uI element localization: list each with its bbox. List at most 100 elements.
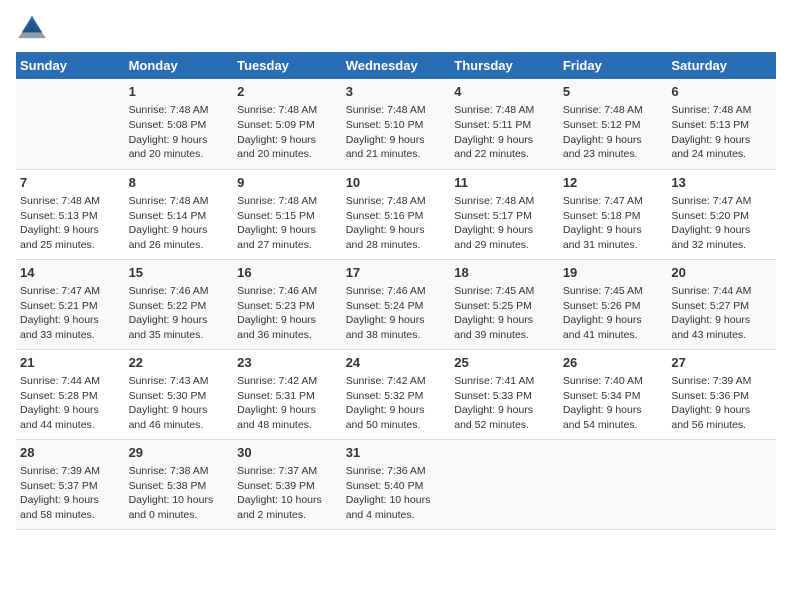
day-info: Sunset: 5:08 PM bbox=[129, 118, 230, 133]
day-info: Sunrise: 7:48 AM bbox=[671, 103, 772, 118]
day-info: Sunrise: 7:37 AM bbox=[237, 464, 338, 479]
day-number: 6 bbox=[671, 83, 772, 101]
day-info: Daylight: 9 hours bbox=[671, 403, 772, 418]
day-number: 25 bbox=[454, 354, 555, 372]
day-info: and 22 minutes. bbox=[454, 147, 555, 162]
day-info: Sunset: 5:37 PM bbox=[20, 479, 121, 494]
day-info: Sunrise: 7:48 AM bbox=[454, 103, 555, 118]
day-info: Sunrise: 7:39 AM bbox=[20, 464, 121, 479]
day-info: Sunset: 5:32 PM bbox=[346, 389, 447, 404]
day-info: and 23 minutes. bbox=[563, 147, 664, 162]
day-info: Sunset: 5:33 PM bbox=[454, 389, 555, 404]
day-number: 7 bbox=[20, 174, 121, 192]
day-number: 8 bbox=[129, 174, 230, 192]
day-info: and 50 minutes. bbox=[346, 418, 447, 433]
day-number: 24 bbox=[346, 354, 447, 372]
day-number: 27 bbox=[671, 354, 772, 372]
day-info: and 44 minutes. bbox=[20, 418, 121, 433]
logo bbox=[16, 16, 46, 40]
day-info: Sunrise: 7:38 AM bbox=[129, 464, 230, 479]
header-day-monday: Monday bbox=[125, 52, 234, 79]
day-info: Sunset: 5:20 PM bbox=[671, 209, 772, 224]
day-number: 13 bbox=[671, 174, 772, 192]
day-number: 20 bbox=[671, 264, 772, 282]
day-info: Sunrise: 7:46 AM bbox=[129, 284, 230, 299]
week-row-5: 28Sunrise: 7:39 AMSunset: 5:37 PMDayligh… bbox=[16, 439, 776, 529]
day-info: and 36 minutes. bbox=[237, 328, 338, 343]
day-number: 21 bbox=[20, 354, 121, 372]
calendar-cell: 20Sunrise: 7:44 AMSunset: 5:27 PMDayligh… bbox=[667, 259, 776, 349]
day-info: Daylight: 9 hours bbox=[237, 403, 338, 418]
day-info: Daylight: 10 hours bbox=[129, 493, 230, 508]
day-number: 14 bbox=[20, 264, 121, 282]
day-info: Sunrise: 7:47 AM bbox=[20, 284, 121, 299]
calendar-cell: 26Sunrise: 7:40 AMSunset: 5:34 PMDayligh… bbox=[559, 349, 668, 439]
day-info: Daylight: 10 hours bbox=[237, 493, 338, 508]
day-info: Daylight: 9 hours bbox=[671, 223, 772, 238]
day-info: Sunrise: 7:40 AM bbox=[563, 374, 664, 389]
day-info: Sunrise: 7:48 AM bbox=[346, 103, 447, 118]
calendar-cell: 13Sunrise: 7:47 AMSunset: 5:20 PMDayligh… bbox=[667, 169, 776, 259]
day-info: Sunset: 5:16 PM bbox=[346, 209, 447, 224]
day-info: and 26 minutes. bbox=[129, 238, 230, 253]
day-info: Sunset: 5:09 PM bbox=[237, 118, 338, 133]
day-info: Sunset: 5:40 PM bbox=[346, 479, 447, 494]
calendar-cell: 25Sunrise: 7:41 AMSunset: 5:33 PMDayligh… bbox=[450, 349, 559, 439]
calendar-cell: 16Sunrise: 7:46 AMSunset: 5:23 PMDayligh… bbox=[233, 259, 342, 349]
day-info: Sunrise: 7:46 AM bbox=[346, 284, 447, 299]
day-info: Sunset: 5:39 PM bbox=[237, 479, 338, 494]
day-info: Daylight: 9 hours bbox=[454, 133, 555, 148]
header-day-friday: Friday bbox=[559, 52, 668, 79]
day-info: Sunrise: 7:47 AM bbox=[563, 194, 664, 209]
day-info: Daylight: 9 hours bbox=[346, 403, 447, 418]
day-info: Sunset: 5:31 PM bbox=[237, 389, 338, 404]
day-info: Sunrise: 7:44 AM bbox=[20, 374, 121, 389]
day-info: and 32 minutes. bbox=[671, 238, 772, 253]
header-day-tuesday: Tuesday bbox=[233, 52, 342, 79]
day-number: 23 bbox=[237, 354, 338, 372]
day-info: Daylight: 9 hours bbox=[20, 313, 121, 328]
day-info: Sunset: 5:25 PM bbox=[454, 299, 555, 314]
day-info: Sunset: 5:18 PM bbox=[563, 209, 664, 224]
day-info: Daylight: 9 hours bbox=[237, 133, 338, 148]
day-number: 2 bbox=[237, 83, 338, 101]
calendar-cell: 29Sunrise: 7:38 AMSunset: 5:38 PMDayligh… bbox=[125, 439, 234, 529]
day-info: Sunset: 5:28 PM bbox=[20, 389, 121, 404]
calendar-cell: 31Sunrise: 7:36 AMSunset: 5:40 PMDayligh… bbox=[342, 439, 451, 529]
calendar-cell: 15Sunrise: 7:46 AMSunset: 5:22 PMDayligh… bbox=[125, 259, 234, 349]
day-info: Sunrise: 7:42 AM bbox=[237, 374, 338, 389]
day-info: and 41 minutes. bbox=[563, 328, 664, 343]
calendar-cell: 11Sunrise: 7:48 AMSunset: 5:17 PMDayligh… bbox=[450, 169, 559, 259]
calendar-cell: 9Sunrise: 7:48 AMSunset: 5:15 PMDaylight… bbox=[233, 169, 342, 259]
calendar-header: SundayMondayTuesdayWednesdayThursdayFrid… bbox=[16, 52, 776, 79]
day-info: Daylight: 9 hours bbox=[237, 223, 338, 238]
page-header bbox=[16, 16, 776, 40]
calendar-cell: 4Sunrise: 7:48 AMSunset: 5:11 PMDaylight… bbox=[450, 79, 559, 169]
day-info: Sunrise: 7:42 AM bbox=[346, 374, 447, 389]
day-info: and 54 minutes. bbox=[563, 418, 664, 433]
week-row-3: 14Sunrise: 7:47 AMSunset: 5:21 PMDayligh… bbox=[16, 259, 776, 349]
day-info: and 0 minutes. bbox=[129, 508, 230, 523]
day-info: Daylight: 9 hours bbox=[20, 403, 121, 418]
calendar-cell: 2Sunrise: 7:48 AMSunset: 5:09 PMDaylight… bbox=[233, 79, 342, 169]
calendar-cell: 21 Sunrise: 7:44 AMSunset: 5:28 PMDayligh… bbox=[16, 349, 125, 439]
day-info: and 33 minutes. bbox=[20, 328, 121, 343]
header-day-saturday: Saturday bbox=[667, 52, 776, 79]
week-row-1: 1Sunrise: 7:48 AMSunset: 5:08 PMDaylight… bbox=[16, 79, 776, 169]
day-info: Sunset: 5:12 PM bbox=[563, 118, 664, 133]
calendar-cell: 18Sunrise: 7:45 AMSunset: 5:25 PMDayligh… bbox=[450, 259, 559, 349]
week-row-4: 21Sunrise: 7:44 AMSunset: 5:28 PMDayligh… bbox=[16, 349, 776, 439]
day-info: Sunset: 5:10 PM bbox=[346, 118, 447, 133]
calendar-cell bbox=[16, 79, 125, 169]
calendar-cell: 3Sunrise: 7:48 AMSunset: 5:10 PMDaylight… bbox=[342, 79, 451, 169]
day-info: Daylight: 9 hours bbox=[20, 493, 121, 508]
day-info: Daylight: 9 hours bbox=[129, 403, 230, 418]
day-info: Sunset: 5:34 PM bbox=[563, 389, 664, 404]
day-info: and 43 minutes. bbox=[671, 328, 772, 343]
day-info: Daylight: 9 hours bbox=[563, 313, 664, 328]
day-info: Sunrise: 7:48 AM bbox=[563, 103, 664, 118]
calendar-cell: 19Sunrise: 7:45 AMSunset: 5:26 PMDayligh… bbox=[559, 259, 668, 349]
calendar-cell bbox=[667, 439, 776, 529]
day-info: and 25 minutes. bbox=[20, 238, 121, 253]
day-info: Sunrise: 7:39 AM bbox=[671, 374, 772, 389]
